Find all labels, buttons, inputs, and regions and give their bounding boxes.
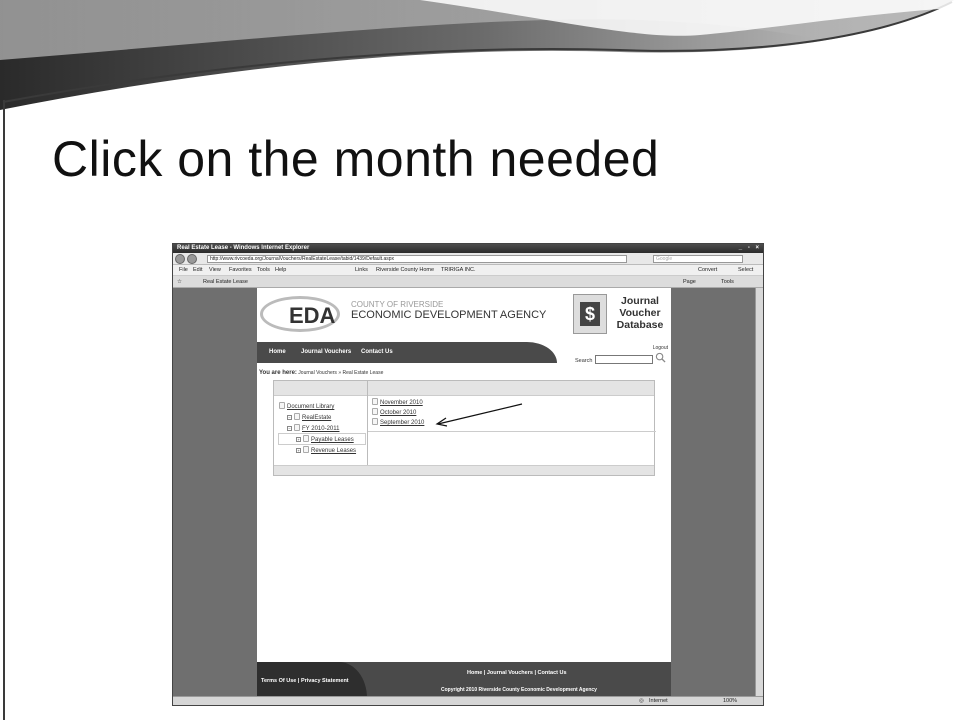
toolbar-tools[interactable]: Tools [721, 276, 734, 288]
slide: Click on the month needed Real Estate Le… [0, 0, 954, 720]
status-bar: ◎ Internet 100% [173, 696, 763, 705]
slide-header-swoosh [0, 0, 954, 120]
globe-icon: ◎ [639, 698, 644, 704]
window-buttons[interactable]: _ ▫ × [739, 244, 761, 253]
tab-bar: ☆ Real Estate Lease Page Tools [173, 276, 763, 288]
web-page: EDA COUNTY OF RIVERSIDE ECONOMIC DEVELOP… [257, 288, 671, 698]
menu-tools[interactable]: Tools [257, 265, 270, 276]
favorites-star-icon[interactable]: ☆ [177, 276, 182, 288]
menu-view[interactable]: View [209, 265, 221, 276]
tab-real-estate-lease[interactable]: Real Estate Lease [203, 276, 248, 288]
footer-legal-links[interactable]: Terms Of Use | Privacy Statement [261, 678, 349, 684]
window-titlebar: Real Estate Lease - Windows Internet Exp… [173, 244, 763, 253]
menu-edit[interactable]: Edit [193, 265, 202, 276]
link-riverside-county-home[interactable]: Riverside County Home [376, 265, 434, 276]
browser-search-field[interactable]: Google [653, 255, 743, 263]
menu-bar: File Edit View Favorites Tools Help Link… [173, 265, 763, 276]
site-footer: Terms Of Use | Privacy Statement Home | … [257, 662, 671, 698]
vertical-scrollbar[interactable] [755, 288, 763, 698]
annotation-arrow [435, 403, 523, 427]
links-label: Links [355, 267, 368, 273]
toolbar-page[interactable]: Page [683, 276, 696, 288]
url-field[interactable]: http://www.rivcoeda.org/JournalVouchers/… [207, 255, 627, 263]
link-tririga[interactable]: TRIRIGA INC. [441, 265, 476, 276]
browser-screenshot: Real Estate Lease - Windows Internet Exp… [172, 243, 764, 706]
slide-title: Click on the month needed [52, 131, 660, 187]
forward-icon[interactable] [187, 254, 197, 264]
footer-nav-links[interactable]: Home | Journal Vouchers | Contact Us [467, 670, 567, 676]
window-title: Real Estate Lease - Windows Internet Exp… [177, 245, 310, 251]
convert-button[interactable]: Convert [698, 265, 717, 276]
slide-border [3, 100, 5, 720]
status-zone: Internet [649, 698, 668, 704]
menu-help[interactable]: Help [275, 265, 286, 276]
back-icon[interactable] [175, 254, 185, 264]
footer-copyright: Copyright 2010 Riverside County Economic… [441, 687, 597, 693]
select-button[interactable]: Select [738, 265, 753, 276]
menu-favorites[interactable]: Favorites [229, 265, 252, 276]
menu-file[interactable]: File [179, 265, 188, 276]
address-bar: http://www.rivcoeda.org/JournalVouchers/… [173, 253, 763, 265]
zoom-level[interactable]: 100% [723, 697, 737, 705]
